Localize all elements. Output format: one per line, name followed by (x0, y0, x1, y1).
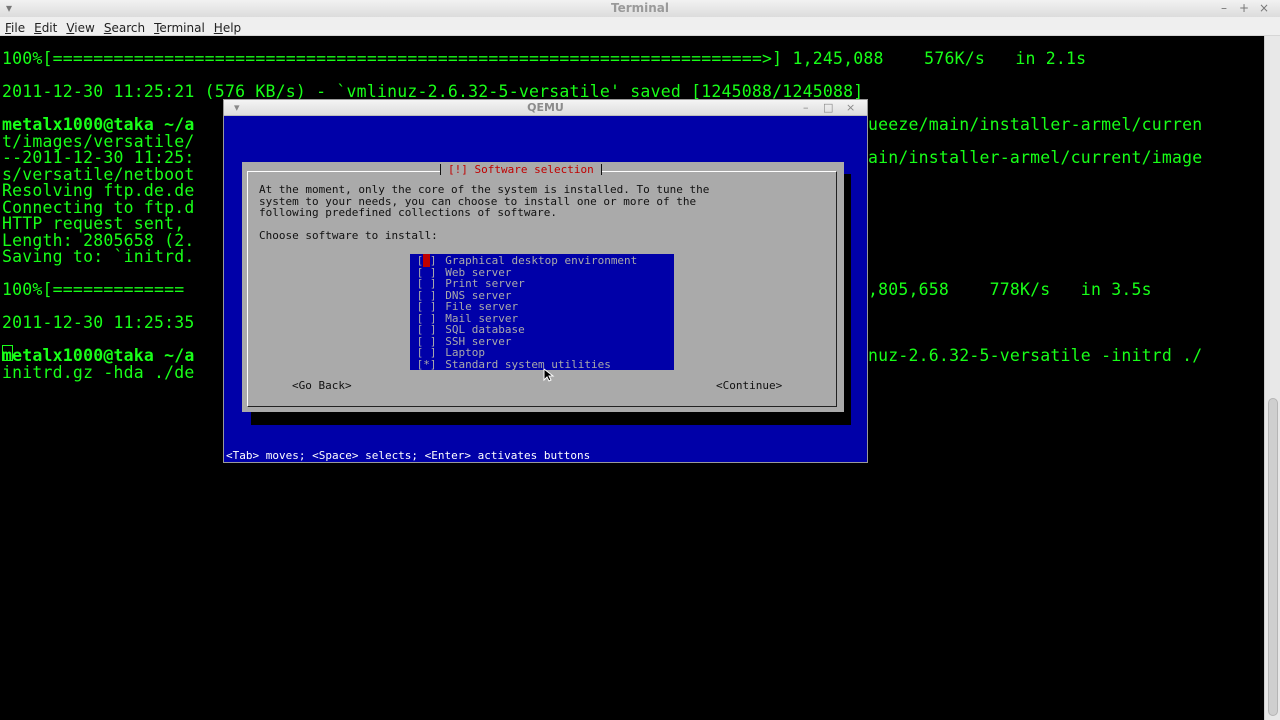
go-back-button[interactable]: <Go Back> (292, 379, 352, 392)
software-list[interactable]: [*] Graphical desktop environment [ ] We… (410, 254, 674, 370)
terminal-line: Resolving ftp.de.de (2, 181, 195, 200)
qemu-screen[interactable]: [!] Software selection At the moment, on… (224, 116, 867, 462)
qemu-minimize-icon[interactable]: – (803, 100, 809, 115)
scrollbar-thumb[interactable] (1268, 398, 1278, 716)
qemu-maximize-icon[interactable]: □ (823, 100, 833, 115)
menu-label-rest: elp (222, 21, 242, 35)
menu-label-rest: earch (111, 21, 146, 35)
menu-mnemonic: E (34, 21, 42, 35)
checkbox-mark: * (423, 357, 430, 371)
menu-label-rest: iew (74, 21, 95, 35)
terminal-line-fragment: ain/installer-armel/current/image (868, 148, 1203, 167)
checkbox[interactable]: [*] (417, 357, 439, 371)
terminal-line: HTTP request sent, (2, 214, 195, 233)
terminal-line: metalx1000@taka ~/a (2, 115, 195, 134)
software-option[interactable]: [*] Standard system utilities (410, 357, 674, 371)
terminal-line: t/images/versatile/ (2, 131, 195, 151)
menu-search[interactable]: Search (100, 19, 149, 37)
terminal-line: metalx1000@taka ~/a (2, 346, 195, 365)
terminal-line: s/versatile/netboot (2, 164, 195, 184)
terminal-line: 2011-12-30 11:25:35 (2, 313, 195, 332)
menu-label-rest: dit (41, 21, 58, 35)
qemu-titlebar: ▾ QEMU – □ × (224, 100, 867, 116)
terminal-line: Length: 2805658 (2. (2, 230, 195, 250)
terminal-line-fragment: ,805,658 778K/s in 3.5s (868, 280, 1152, 299)
dialog-description-line: following predefined collections of soft… (259, 206, 558, 219)
qemu-status-line: <Tab> moves; <Space> selects; <Enter> ac… (226, 449, 591, 462)
dialog-prompt: Choose software to install: (259, 229, 438, 242)
qemu-close-icon[interactable]: × (846, 100, 855, 115)
terminal-line: Connecting to ftp.d (2, 197, 195, 217)
terminal-line: 2011-12-30 11:25:21 (576 KB/s) - `vmlinu… (2, 82, 864, 101)
terminal-scrollbar[interactable] (1264, 36, 1280, 720)
terminal-line: 100%[===================================… (2, 49, 1087, 68)
maximize-icon[interactable]: + (1237, 1, 1251, 15)
terminal-line-fragment: nuz-2.6.32-5-versatile -initrd ./ (868, 346, 1203, 365)
window-title: Terminal (610, 1, 670, 15)
menu-label-rest: ile (11, 21, 26, 35)
terminal-line: 100%[============= (2, 280, 185, 299)
menu-terminal[interactable]: Terminal (150, 19, 209, 37)
terminal-cursor (2, 345, 13, 361)
menu-label-rest: erminal (159, 21, 205, 35)
menu-view[interactable]: View (62, 19, 98, 37)
menu-file[interactable]: File (1, 19, 29, 37)
terminal-line: --2011-12-30 11:25: (2, 148, 195, 167)
menu-help[interactable]: Help (210, 19, 245, 37)
terminal-line: initrd.gz -hda ./de (2, 362, 195, 382)
menu-mnemonic: H (213, 21, 223, 35)
terminal-titlebar: ▾ Terminal – + × (0, 0, 1280, 18)
continue-button[interactable]: <Continue> (716, 379, 782, 392)
mouse-pointer-icon (543, 368, 555, 382)
software-option-label: Standard system utilities (445, 357, 611, 371)
qemu-window[interactable]: ▾ QEMU – □ × [!] Software selection At t… (223, 99, 868, 463)
minimize-icon[interactable]: – (1217, 1, 1231, 15)
close-icon[interactable]: × (1257, 1, 1271, 15)
menubar: File Edit View Search Terminal Help (0, 17, 1280, 36)
terminal-line: Saving to: `initrd. (2, 247, 195, 266)
menu-edit[interactable]: Edit (30, 19, 61, 37)
qemu-title: QEMU (527, 101, 564, 114)
dialog-title: [!] Software selection (440, 162, 602, 178)
terminal-line-fragment: ueeze/main/installer-armel/curren (868, 115, 1203, 134)
